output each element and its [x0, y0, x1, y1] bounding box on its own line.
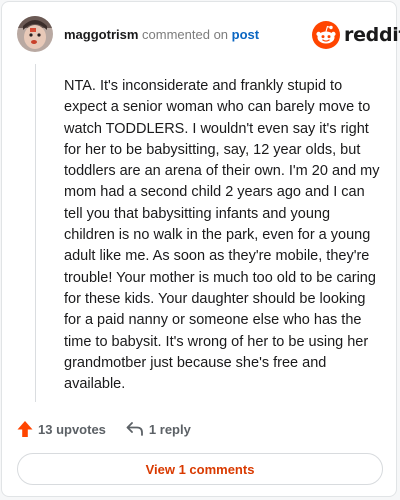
comment-header: maggotrism commented on post — [64, 27, 259, 42]
view-comments-button[interactable]: View 1 comments — [17, 453, 383, 485]
thread-line[interactable] — [35, 64, 36, 402]
reply-button[interactable]: 1 reply — [126, 421, 191, 437]
reddit-logo[interactable]: reddit — [312, 20, 400, 50]
reddit-icon — [312, 21, 340, 49]
action-text: commented on — [142, 27, 229, 42]
reddit-wordmark: reddit — [344, 24, 400, 46]
comment-text: NTA. It's inconsiderate and frankly stup… — [64, 78, 380, 393]
post-link[interactable]: post — [232, 27, 259, 42]
upvote-button[interactable]: 13 upvotes — [17, 420, 106, 438]
avatar[interactable] — [17, 16, 53, 52]
reply-arrow-icon — [126, 422, 143, 436]
username[interactable]: maggotrism — [64, 27, 138, 42]
reply-count: 1 reply — [148, 421, 191, 437]
comment-card: maggotrism commented on post reddit NTA.… — [1, 1, 400, 497]
up-arrow-icon — [17, 421, 33, 437]
upvote-count: 13 upvotes — [38, 421, 106, 437]
action-bar: 13 upvotes 1 reply — [17, 417, 191, 441]
